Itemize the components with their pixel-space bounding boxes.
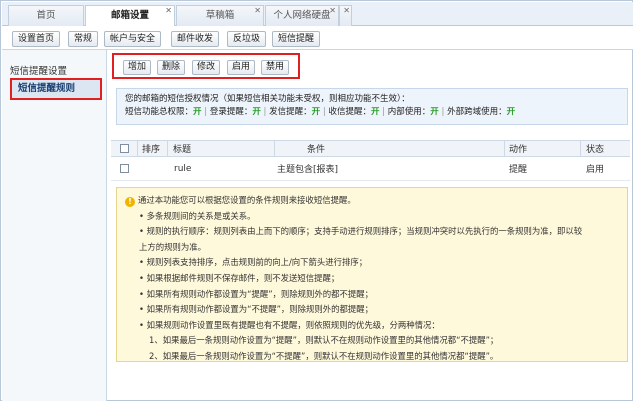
tab-label: 首页 — [36, 10, 56, 21]
warning-icon: ! — [125, 197, 135, 207]
perm-label: 短信功能总权限： — [125, 107, 194, 117]
help-line: ! 通过本功能您可以根据您设置的条件规则来接收短信提醒。 — [125, 193, 619, 209]
info-permissions: 短信功能总权限：开 | 登录提醒：开 | 发信提醒：开 | 收信提醒：开 | 内… — [125, 107, 516, 117]
header-condition[interactable]: 条件 — [307, 141, 325, 156]
header-order[interactable]: 排序 — [142, 141, 160, 156]
rule-action-buttons: 增加 删除 修改 启用 禁用 — [112, 53, 300, 79]
select-all-checkbox[interactable] — [120, 141, 129, 156]
help-line: • 规则的执行顺序：规则列表由上而下的顺序；支持手动进行规则排序；当规则冲突时以… — [139, 226, 583, 237]
perm-value: 开 — [252, 107, 261, 117]
sms-authorization-info: 您的邮箱的短信授权情况（如果短信相关功能未受权，则相应功能不生效）： 短信功能总… — [116, 88, 628, 125]
disable-button[interactable]: 禁用 — [261, 60, 290, 75]
row-status: 启用 — [586, 165, 605, 175]
help-line: • 多条规则间的关系是或关系。 — [139, 210, 256, 221]
perm-label: 内部使用： — [387, 107, 431, 117]
app-frame: 首页 邮箱设置 ✕ 草稿箱 ✕ 个人网络硬盘 ✕ ✕ 设置首页 常规 帐户与安全 邮件… — [0, 0, 633, 401]
help-line: 上方的规则为准。 — [139, 241, 206, 252]
row-action: 提醒 — [509, 165, 528, 175]
toolbar-settings-home-button[interactable]: 设置首页 — [12, 31, 61, 47]
perm-value: 开 — [193, 107, 202, 117]
help-line: • 如果所有规则动作都设置为“不提醒”，则除规则外的都提醒； — [139, 304, 374, 315]
perm-value: 开 — [430, 107, 439, 117]
info-title: 您的邮箱的短信授权情况（如果短信相关功能未受权，则相应功能不生效）： — [125, 94, 410, 104]
tab-label: 草稿箱 — [205, 10, 235, 21]
perm-value: 开 — [311, 107, 321, 117]
help-line: • 如果所有规则动作都设置为“提醒”，则除规则外的都不提醒； — [139, 288, 374, 299]
toolbar-general-button[interactable]: 常规 — [68, 31, 99, 47]
row-title: rule — [174, 163, 192, 174]
help-line: • 如果根据邮件规则不保存邮件，则不发送短信提醒； — [139, 272, 340, 283]
table-row[interactable]: rule 主题包含[报表] 提醒 启用 — [111, 157, 630, 181]
tab-label: 邮箱设置 — [110, 10, 149, 21]
tab-network-disk[interactable]: 个人网络硬盘 ✕ — [265, 5, 339, 26]
sidebar: 短信提醒设置 — [2, 50, 107, 401]
perm-label: 登录提醒： — [209, 107, 253, 117]
close-icon[interactable]: ✕ — [165, 1, 172, 21]
main-panel: 增加 删除 修改 启用 禁用 您的邮箱的短信授权情况（如果短信相关功能未受权，则… — [108, 50, 633, 401]
rules-table-header: 排序 标题 条件 动作 状态 — [111, 140, 630, 157]
help-line: 1、如果最后一条规则动作设置为“提醒”，则默认不在规则动作设置里的其他情况都“不… — [149, 335, 499, 346]
close-icon[interactable]: ✕ — [254, 1, 261, 21]
perm-value: 开 — [506, 107, 516, 117]
help-line: 2、如果最后一条规则动作设置为“不提醒”，则默认不在规则动作设置里的其他情况都“… — [149, 350, 499, 361]
tab-drafts[interactable]: 草稿箱 ✕ — [176, 5, 264, 26]
add-button[interactable]: 增加 — [123, 60, 152, 75]
toolbar-mail-send-receive-button[interactable]: 邮件收发 — [171, 31, 220, 47]
help-tips-box: ! 通过本功能您可以根据您设置的条件规则来接收短信提醒。 • 多条规则间的关系是或… — [116, 187, 628, 362]
row-checkbox[interactable] — [120, 157, 129, 180]
sidebar-item-sms-settings[interactable]: 短信提醒设置 — [10, 63, 67, 77]
tab-mail-settings[interactable]: 邮箱设置 ✕ — [85, 5, 175, 27]
perm-label: 发信提醒： — [269, 107, 312, 117]
perm-value: 开 — [370, 107, 380, 117]
tab-label: 个人网络硬盘 — [273, 10, 331, 21]
modify-button[interactable]: 修改 — [192, 60, 221, 75]
sidebar-item-sms-rules[interactable]: 短信提醒规则 — [10, 78, 102, 100]
perm-label: 外部跨域使用： — [447, 107, 507, 117]
toolbar-account-security-button[interactable]: 帐户与安全 — [104, 31, 162, 47]
help-line: • 如果规则动作设置里既有提醒也有不提醒，则依照规则的优先级，分两种情况： — [139, 319, 440, 330]
toolbar-sms-reminder-button[interactable]: 短信提醒 — [272, 31, 321, 47]
enable-button[interactable]: 启用 — [227, 60, 256, 75]
header-status[interactable]: 状态 — [586, 141, 604, 156]
tab-strip: 首页 邮箱设置 ✕ 草稿箱 ✕ 个人网络硬盘 ✕ ✕ — [2, 2, 633, 27]
header-action[interactable]: 动作 — [509, 141, 527, 156]
tab-overflow[interactable]: ✕ — [339, 5, 352, 26]
delete-button[interactable]: 删除 — [157, 60, 186, 75]
perm-label: 收信提醒： — [328, 107, 371, 117]
settings-toolbar: 设置首页 常规 帐户与安全 邮件收发 反垃圾 短信提醒 — [2, 26, 633, 50]
row-condition: 主题包含[报表] — [277, 165, 339, 175]
tab-home[interactable]: 首页 — [8, 5, 84, 26]
close-icon[interactable]: ✕ — [329, 1, 336, 21]
header-title[interactable]: 标题 — [173, 141, 191, 156]
toolbar-anti-spam-button[interactable]: 反垃圾 — [227, 31, 267, 47]
close-icon[interactable]: ✕ — [343, 1, 350, 21]
help-line: • 规则列表支持排序，点击规则前的向上/向下箭头进行排序； — [139, 257, 368, 268]
